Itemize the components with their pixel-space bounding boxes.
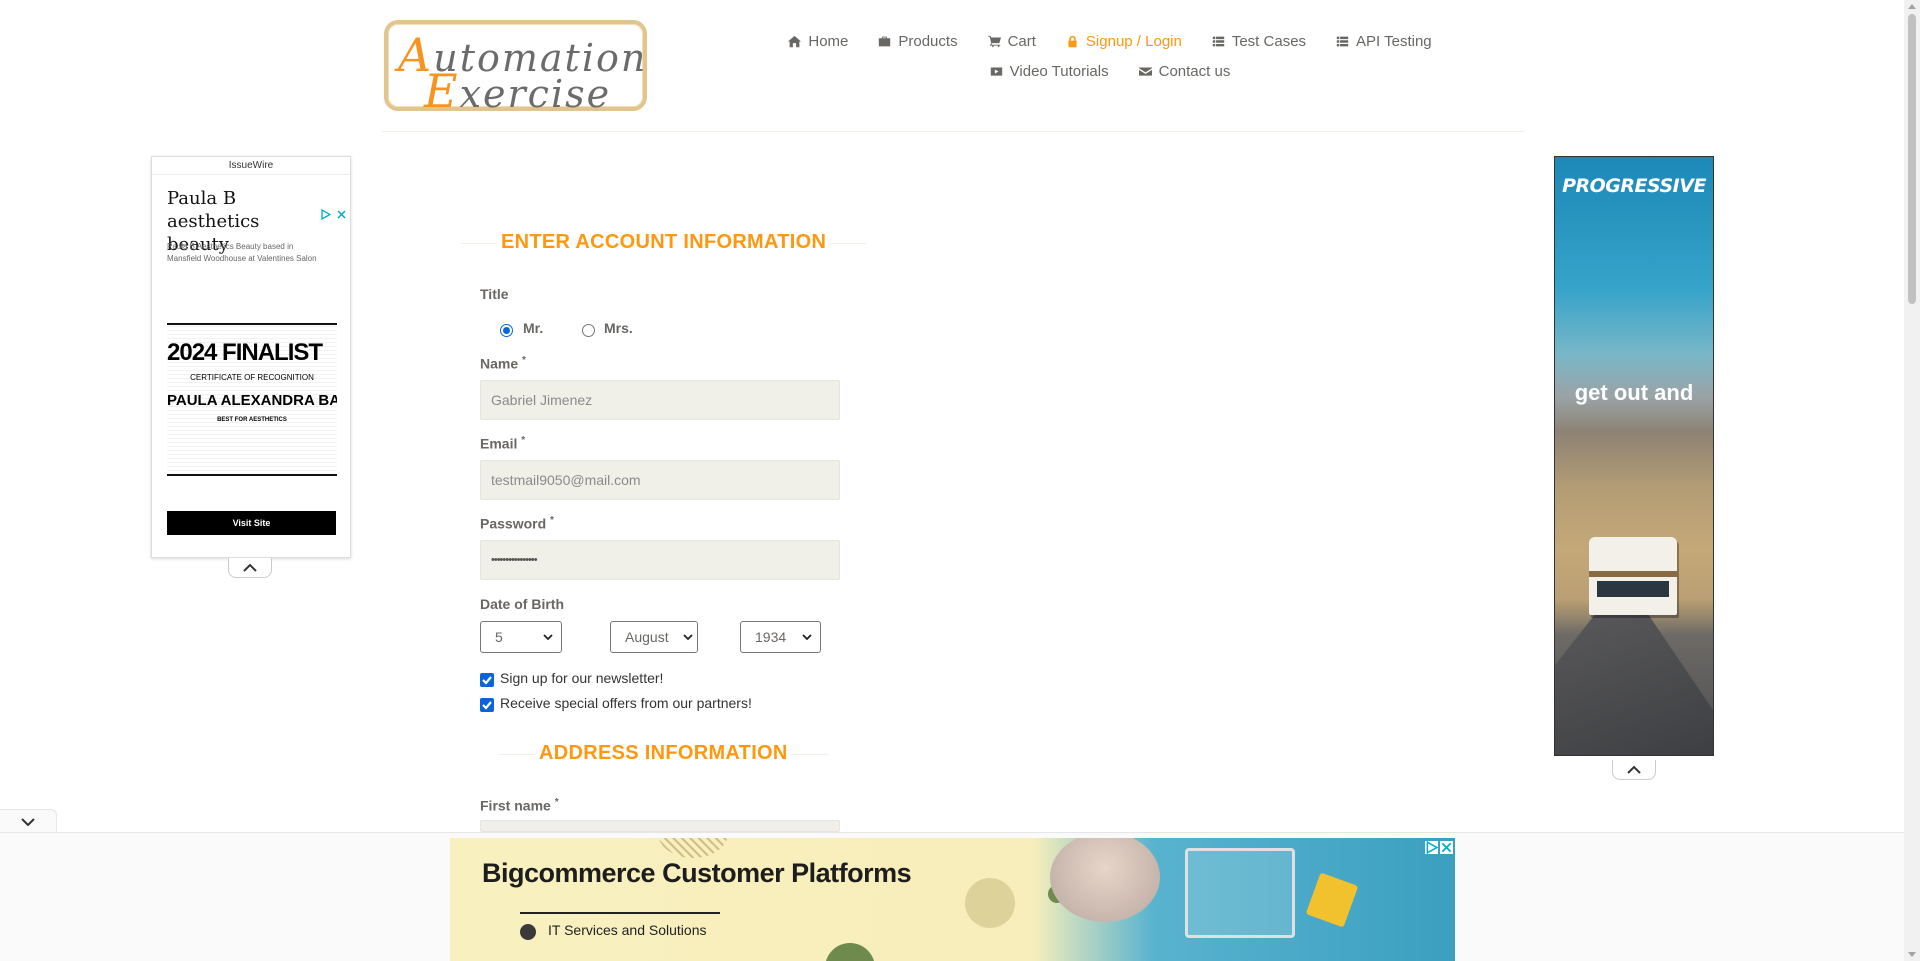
first-name-input[interactable] — [480, 820, 840, 832]
right-ad-collapse-button[interactable] — [1612, 760, 1656, 780]
left-sidebar-ad[interactable]: IssueWire Paula B aesthetics beauty Paul… — [151, 156, 351, 558]
title-mrs-radio[interactable] — [582, 324, 595, 337]
ad-subtext: Paula B Aesthetics Beauty based in Mansf… — [167, 242, 317, 263]
name-input[interactable]: Gabriel Jimenez — [480, 380, 840, 420]
scroll-up-icon[interactable] — [1908, 4, 1916, 9]
right-sidebar-ad[interactable]: PROGRESSIVE get out and — [1554, 156, 1714, 756]
title-mrs-label[interactable]: Mrs. — [604, 320, 633, 336]
ad-bottom-bullet-icon — [520, 924, 536, 940]
youtube-play-icon — [990, 66, 1002, 76]
lock-icon — [1068, 35, 1077, 47]
nav-signup-login-label: Signup / Login — [1085, 32, 1182, 50]
nav-row-2: Video Tutorials Contact us — [780, 56, 1440, 86]
newsletter-label[interactable]: Sign up for our newsletter! — [500, 670, 663, 686]
nav-home[interactable]: Home — [773, 33, 863, 50]
visit-site-button[interactable]: Visit Site — [167, 511, 336, 535]
chevron-down-icon — [802, 634, 812, 640]
ad-cart-image — [1185, 848, 1295, 938]
nav-home-label: Home — [808, 32, 849, 50]
chevron-down-icon — [543, 634, 553, 640]
nav-video-tutorials-label: Video Tutorials — [1009, 62, 1109, 80]
close-icon[interactable] — [1440, 841, 1453, 854]
account-info-heading: ENTER ACCOUNT INFORMATION — [460, 231, 867, 253]
chevron-down-icon — [21, 817, 35, 826]
dob-label: Date of Birth — [480, 596, 564, 612]
dob-month-value: August — [625, 629, 669, 645]
ad-certificate-image: 2024 FINALIST CERTIFICATE OF RECOGNITION… — [167, 323, 337, 476]
envelope-icon — [1138, 66, 1152, 76]
email-label: Email * — [480, 435, 526, 452]
password-label: Password * — [480, 515, 554, 532]
cert-title: 2024 FINALIST — [167, 339, 323, 366]
title-mr-radio[interactable] — [500, 324, 513, 337]
bottom-ad-collapse-button[interactable] — [0, 809, 57, 833]
newsletter-checkbox[interactable] — [480, 673, 494, 687]
ad-bottom-title: Bigcommerce Customer Platforms — [482, 858, 912, 888]
dob-day-select[interactable]: 5 — [480, 621, 562, 653]
ad-person-image — [1050, 838, 1160, 922]
scroll-down-icon[interactable] — [1908, 952, 1916, 957]
nav-video-tutorials[interactable]: Video Tutorials — [975, 63, 1124, 80]
address-info-heading: ADDRESS INFORMATION — [499, 742, 828, 764]
list-icon — [1212, 36, 1225, 46]
ad-brand: PROGRESSIVE — [1562, 175, 1706, 197]
dob-year-value: 1934 — [755, 629, 787, 645]
checkmark-icon — [482, 676, 492, 685]
ad-bag-image — [1305, 872, 1359, 928]
close-icon[interactable] — [336, 209, 347, 220]
left-ad-collapse-button[interactable] — [228, 558, 272, 578]
checkmark-icon — [482, 701, 492, 710]
first-name-label: First name * — [480, 797, 559, 814]
page-scrollbar[interactable] — [1904, 0, 1920, 961]
nav-api-testing[interactable]: API Testing — [1321, 33, 1447, 50]
cart-icon — [987, 35, 1001, 47]
ad-bottom-rule — [520, 912, 720, 914]
nav-cart[interactable]: Cart — [973, 33, 1051, 50]
email-input[interactable]: testmail9050@mail.com — [480, 460, 840, 500]
scrollbar-thumb[interactable] — [1908, 14, 1916, 304]
title-mr-label[interactable]: Mr. — [523, 320, 543, 336]
password-input[interactable]: •••••••••••••••• — [480, 540, 840, 580]
nav-products-label: Products — [898, 32, 958, 50]
nav-test-cases-label: Test Cases — [1231, 32, 1307, 50]
header-divider — [382, 131, 1524, 132]
ad-bottom-subtitle: IT Services and Solutions — [548, 922, 707, 938]
list-icon — [1336, 36, 1349, 46]
ad-choices-icon[interactable] — [1425, 841, 1438, 854]
dob-year-select[interactable]: 1934 — [740, 621, 821, 653]
nav-row-1: Home Products Cart Signup / Login Test C… — [780, 26, 1440, 56]
dob-month-select[interactable]: August — [610, 621, 698, 653]
chevron-up-icon — [243, 563, 257, 572]
title-label: Title — [480, 286, 509, 302]
dob-day-value: 5 — [495, 629, 503, 645]
bottom-banner-ad[interactable]: Bigcommerce Customer Platforms IT Servic… — [450, 838, 1455, 961]
briefcase-icon — [879, 36, 891, 46]
main-nav: Home Products Cart Signup / Login Test C… — [780, 26, 1440, 86]
special-offers-checkbox[interactable] — [480, 698, 494, 712]
nav-cart-label: Cart — [1007, 32, 1036, 50]
special-offers-label[interactable]: Receive special offers from our partners… — [500, 695, 752, 711]
name-label: Name * — [480, 355, 526, 372]
ad-tagline: get out and — [1574, 380, 1694, 405]
nav-products[interactable]: Products — [863, 33, 972, 50]
chevron-down-icon — [677, 622, 697, 652]
chevron-up-icon — [1627, 765, 1641, 774]
nav-signup-login[interactable]: Signup / Login — [1051, 33, 1197, 50]
cert-subtitle: CERTIFICATE OF RECOGNITION — [190, 373, 314, 382]
nav-api-testing-label: API Testing — [1356, 32, 1432, 50]
cert-award: BEST FOR AESTHETICS — [217, 417, 287, 423]
home-icon — [788, 35, 802, 47]
nav-contact-us-label: Contact us — [1158, 62, 1231, 80]
ad-rv-image — [1589, 537, 1677, 615]
nav-test-cases[interactable]: Test Cases — [1197, 33, 1321, 50]
logo-line-2: Exercise — [424, 64, 612, 118]
nav-contact-us[interactable]: Contact us — [1124, 63, 1246, 80]
site-logo[interactable]: Automation Exercise — [384, 20, 647, 118]
ad-road-image — [1555, 605, 1713, 755]
cert-name: PAULA ALEXANDRA BACIU — [167, 392, 337, 409]
ad-source: IssueWire — [152, 157, 350, 175]
